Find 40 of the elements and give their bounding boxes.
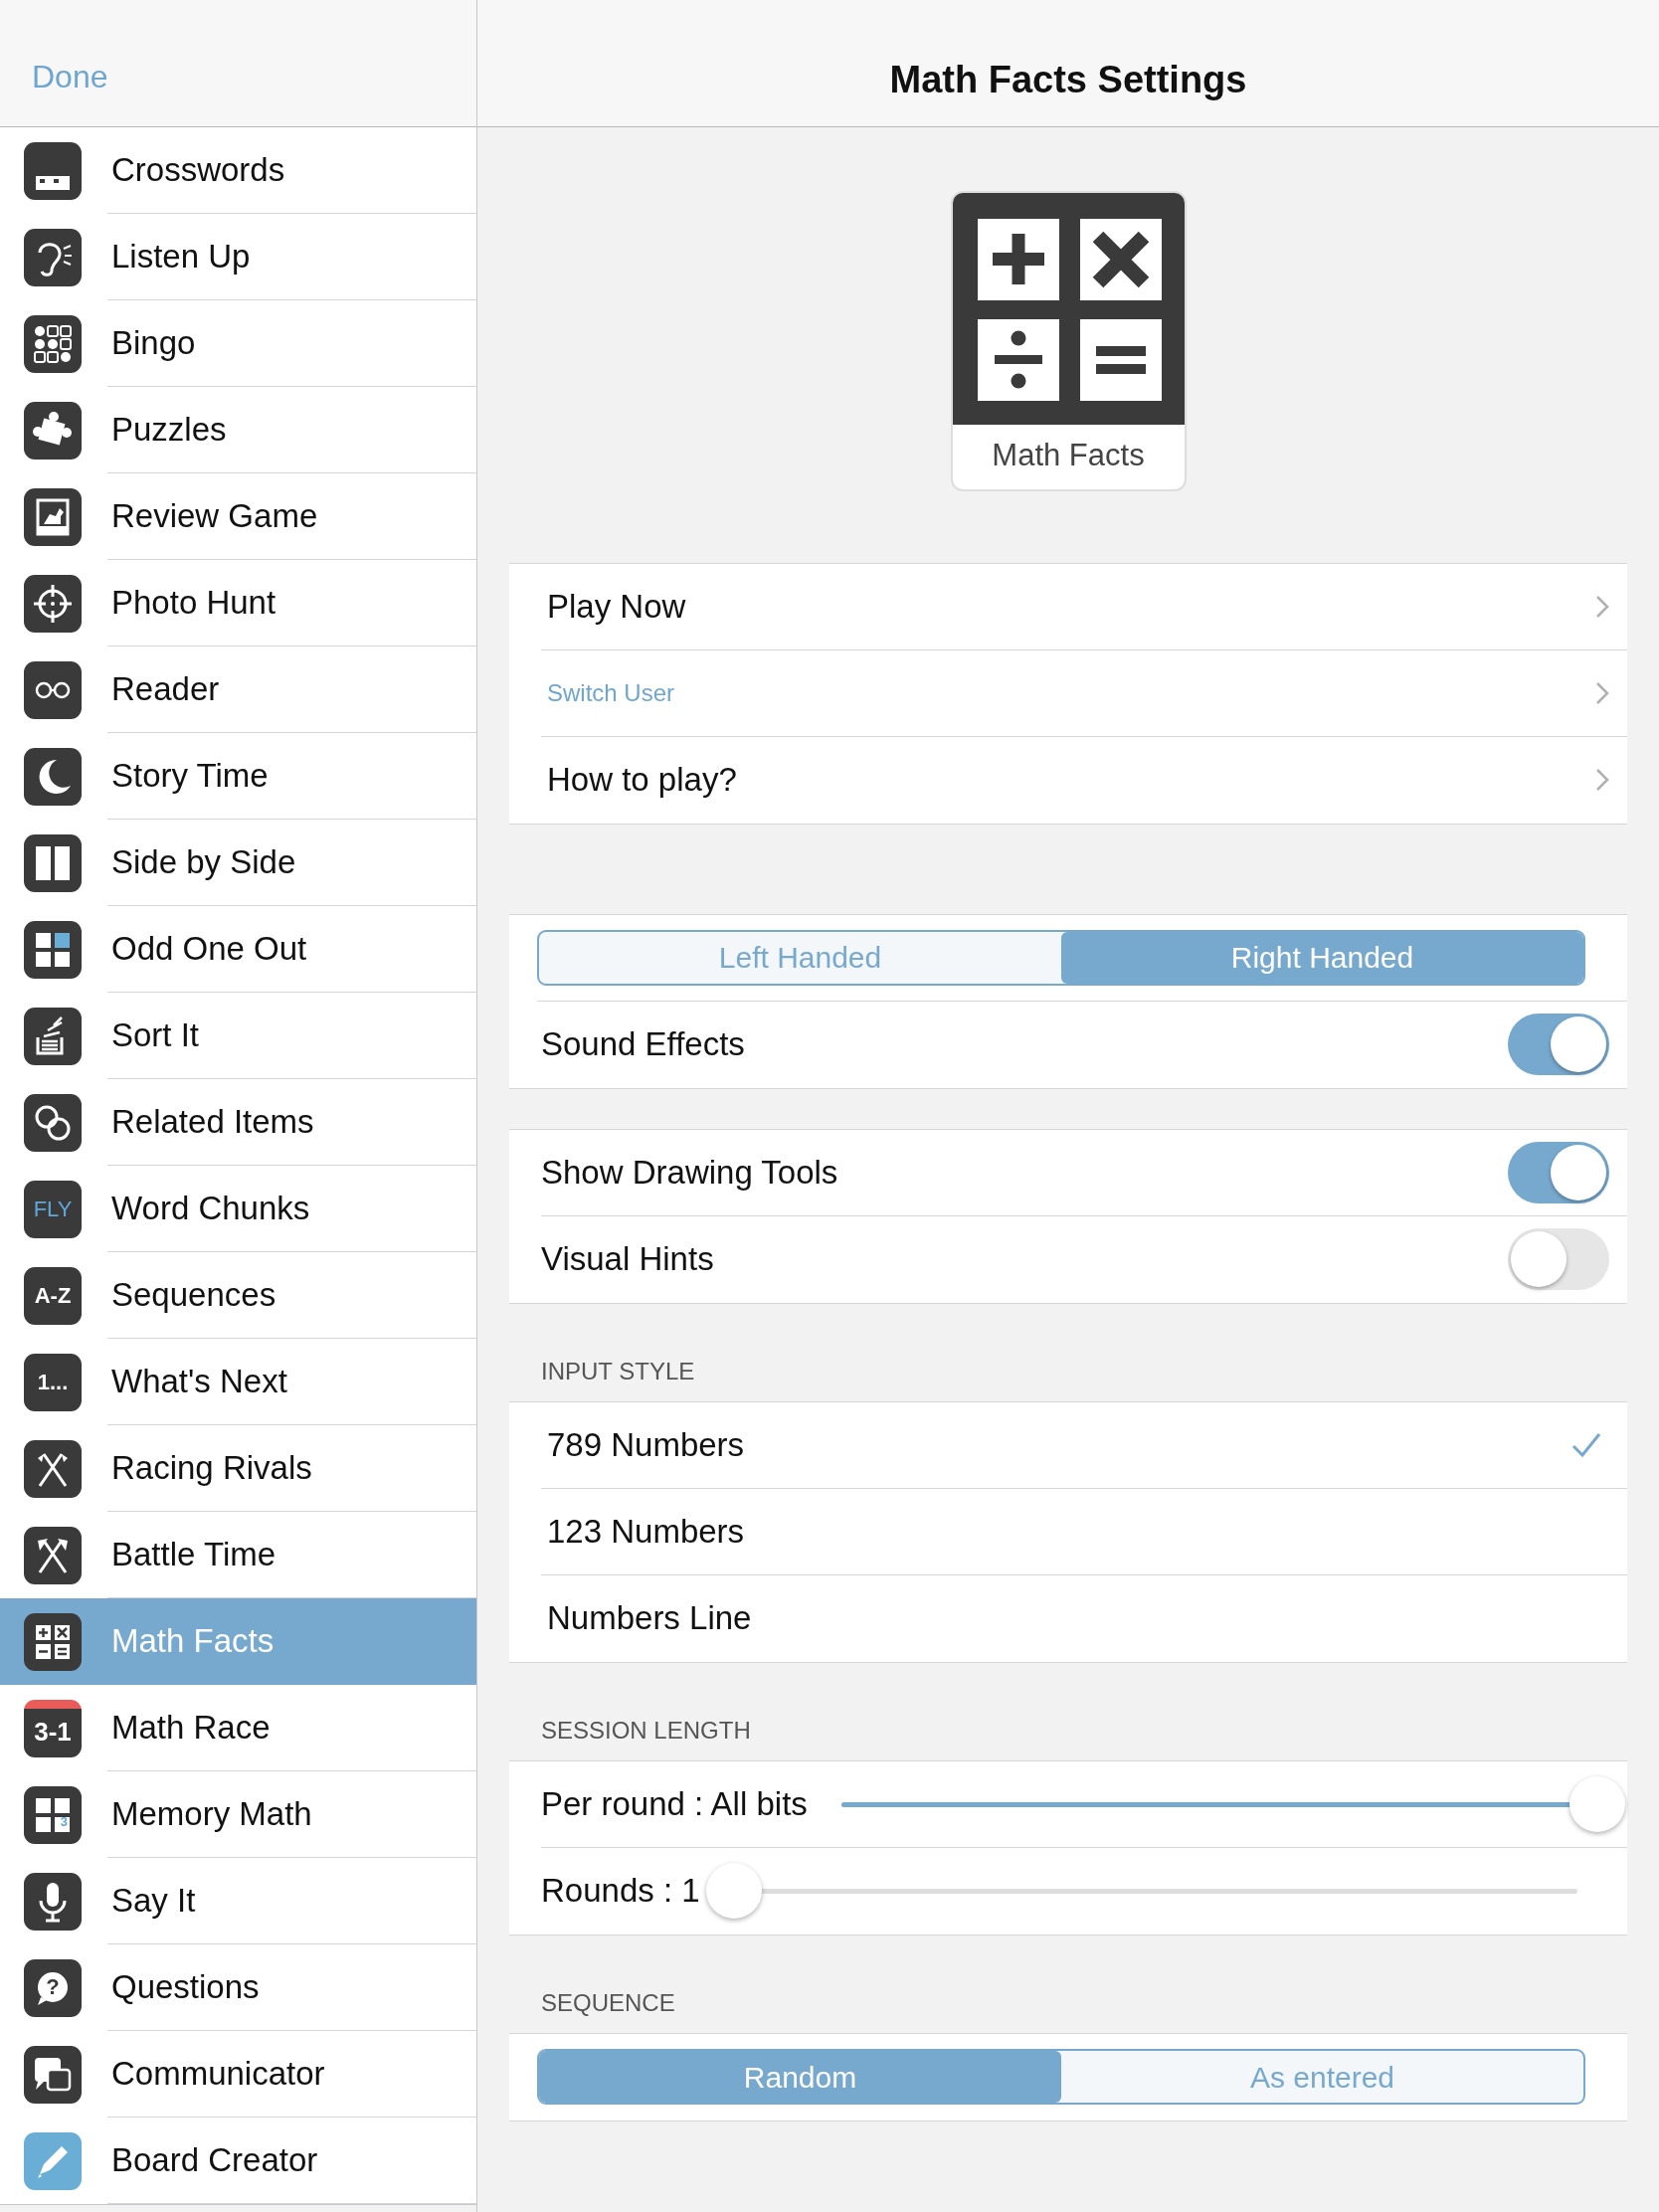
- columns-icon: [24, 833, 82, 892]
- chevron-icon: [1595, 594, 1609, 619]
- app-icon: 3-1: [24, 1699, 82, 1757]
- screen-title: Math Facts Settings: [889, 58, 1247, 102]
- math-symbols-icon: [24, 1612, 82, 1671]
- row-label: Visual Hints: [541, 1239, 714, 1280]
- app-icon: ?: [24, 1958, 82, 2017]
- grid-icon: [24, 920, 82, 979]
- crosshair-icon: [24, 574, 82, 633]
- glasses-icon: [24, 660, 82, 719]
- chevron-icon: [1595, 680, 1609, 705]
- crossed-axes-icon: [24, 1526, 82, 1584]
- section-header: SEQUENCE: [540, 1987, 676, 2018]
- row-label: Show Drawing Tools: [541, 1152, 838, 1193]
- dot-grid-icon: [24, 314, 82, 373]
- toggle-switch[interactable]: [1508, 1228, 1609, 1290]
- app-icon: A-Z: [24, 1266, 82, 1325]
- section-header: INPUT STYLE: [540, 1356, 696, 1386]
- app-icon: FLY: [24, 1180, 82, 1238]
- row-label: Sound Effects: [541, 1024, 745, 1065]
- circles-icon: [24, 1093, 82, 1152]
- slider-thumb[interactable]: [1569, 1775, 1625, 1832]
- moon-icon: [24, 747, 82, 806]
- app-icon: 1...: [24, 1353, 82, 1411]
- puzzle-icon: [24, 401, 82, 460]
- microphone-icon: [24, 1872, 82, 1931]
- toggle-switch[interactable]: [1508, 1014, 1609, 1075]
- slider-thumb[interactable]: [705, 1863, 762, 1919]
- section-header: SESSION LENGTH: [540, 1715, 752, 1746]
- crossed-flags-icon: [24, 1439, 82, 1498]
- ear-icon: [24, 228, 82, 286]
- tile-label: Math Facts: [991, 437, 1146, 474]
- stack-icon: [24, 1007, 82, 1065]
- toggle-switch[interactable]: [1508, 1141, 1609, 1203]
- pencil-icon: [24, 2131, 82, 2190]
- row-label: Per round : All bits: [541, 1783, 808, 1824]
- chat-bubbles-icon: [24, 2045, 82, 2104]
- chevron-icon: [1595, 768, 1609, 792]
- app-icon: 3: [24, 1785, 82, 1844]
- row-label: Rounds : 1: [541, 1871, 700, 1912]
